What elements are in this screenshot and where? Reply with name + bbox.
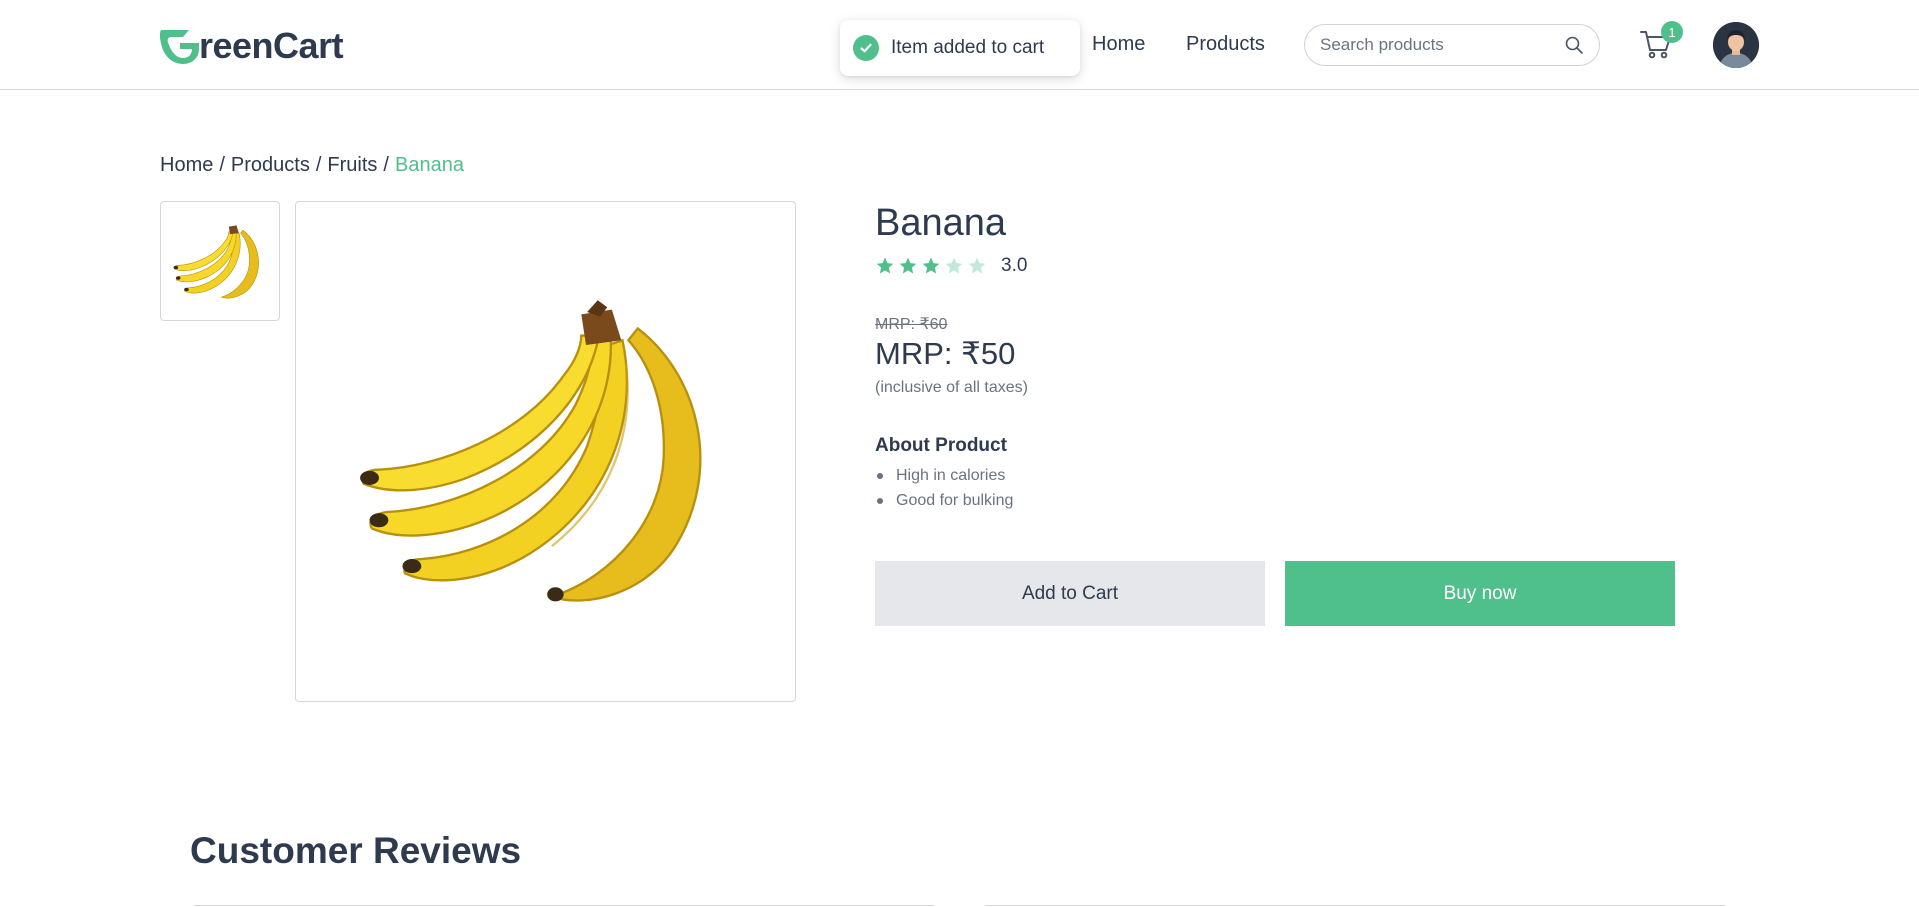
breadcrumb-current: Banana (394, 154, 464, 176)
product-main-image (295, 201, 796, 702)
logo-text: reenCart (199, 25, 344, 66)
product-thumbnail[interactable] (160, 201, 280, 321)
product-rating: 3.0 (875, 255, 1027, 277)
breadcrumb-separator: / (219, 154, 225, 176)
breadcrumb: Home / Products / Fruits / Banana (160, 154, 464, 177)
rating-value: 3.0 (1001, 255, 1028, 276)
banana-image (359, 299, 701, 602)
list-item: High in calories (875, 463, 1013, 488)
bullet-icon (877, 472, 883, 479)
breadcrumb-separator: / (383, 154, 389, 176)
breadcrumb-separator: / (315, 154, 322, 176)
check-circle-icon (853, 35, 879, 61)
toast-notification: Item added to cart (840, 20, 1080, 76)
about-product-list: High in calories Good for bulking (875, 463, 1013, 513)
product-title: Banana (875, 202, 1007, 244)
star-filled-icon (922, 257, 940, 274)
logo-g-icon (159, 30, 199, 64)
about-product-heading: About Product (875, 435, 1007, 456)
breadcrumb-products[interactable]: Products (231, 154, 310, 177)
star-empty-icon (968, 257, 986, 274)
toast-message: Item added to cart (891, 37, 1045, 58)
logo[interactable]: reenCart (159, 24, 344, 68)
breadcrumb-fruits[interactable]: Fruits (327, 154, 377, 177)
star-filled-icon (899, 257, 917, 274)
breadcrumb-home[interactable]: Home (160, 154, 213, 177)
nav-home-link[interactable]: Home (1092, 33, 1145, 56)
cart-count-badge: 1 (1661, 21, 1683, 43)
about-item-text: Good for bulking (896, 491, 1014, 509)
star-filled-icon (876, 257, 894, 274)
nav-products-link[interactable]: Products (1186, 33, 1265, 56)
list-item: Good for bulking (875, 488, 1013, 513)
buy-now-button[interactable]: Buy now (1285, 561, 1675, 626)
search-bar (1304, 24, 1600, 66)
banana-thumbnail-image (173, 225, 259, 299)
rating-stars (875, 256, 990, 276)
bullet-icon (877, 497, 883, 504)
avatar[interactable] (1713, 22, 1759, 68)
original-price: MRP: ₹60 (875, 316, 948, 333)
star-empty-icon (945, 257, 963, 274)
customer-reviews-heading: Customer Reviews (190, 830, 522, 871)
about-item-text: High in calories (896, 466, 1006, 484)
current-price: MRP: ₹50 (875, 336, 1016, 371)
search-input[interactable] (1320, 35, 1563, 55)
search-icon[interactable] (1563, 34, 1585, 56)
tax-note: (inclusive of all taxes) (875, 379, 1028, 396)
add-to-cart-button[interactable]: Add to Cart (875, 561, 1265, 626)
